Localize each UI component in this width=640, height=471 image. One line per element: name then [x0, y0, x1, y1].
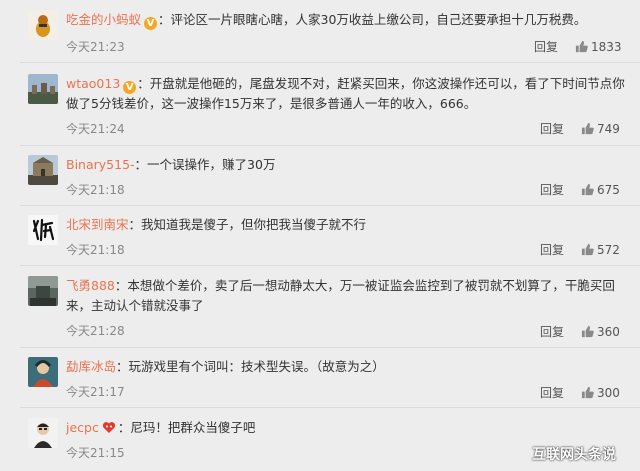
watermark: 互联网头条说 — [532, 447, 616, 463]
comment-body: ：一个误操作，赚了30万 — [134, 157, 276, 172]
username-link[interactable]: 飞勇888 — [66, 278, 115, 293]
vip-badge-icon: V — [123, 81, 137, 94]
comment-text: 吃金的小蚂蚁 V ：评论区一片眼瞎心瞎，人家30万收益上缴公司，自己还要承担十几万税… — [66, 10, 632, 30]
comment-text: wtao013 V ：开盘就是他砸的，尾盘发现不对，赶紧买回来，你这波操作还可以，看… — [66, 74, 632, 114]
avatar[interactable] — [28, 155, 58, 185]
reply-button[interactable]: 回复 — [540, 385, 564, 401]
like-count: 675 — [597, 183, 620, 197]
comment-text: jecpc ：尼玛！把群众当傻子吧 — [66, 418, 632, 440]
thumbs-up-icon — [575, 40, 588, 53]
comment-time: 今天21:18 — [66, 183, 125, 197]
comment-text: Binary515-：一个误操作，赚了30万 — [66, 155, 632, 175]
like-button[interactable]: 675 — [581, 182, 620, 198]
like-button[interactable]: 1833 — [575, 39, 622, 55]
thumbs-up-icon — [581, 122, 594, 135]
avatar[interactable] — [28, 10, 58, 40]
reply-button[interactable]: 回复 — [540, 324, 564, 340]
comment-body: ：开盘就是他砸的，尾盘发现不对，赶紧买回来，你这波操作还可以，看了下时间节点你做… — [66, 76, 625, 111]
comment-time: 今天21:24 — [66, 122, 125, 136]
divider — [20, 62, 640, 63]
username-link[interactable]: 北宋到南宋 — [66, 217, 129, 232]
comment-time: 今天21:28 — [66, 324, 125, 338]
comment-text: 飞勇888：本想做个差价，卖了后一想动静太大，万一被证监会监控到了被罚就不划算了… — [66, 276, 632, 316]
username-link[interactable]: wtao013 — [66, 76, 120, 91]
like-count: 1833 — [591, 40, 622, 54]
username-link[interactable]: 勐库冰岛 — [66, 359, 116, 374]
heart-badge-icon — [102, 420, 116, 440]
like-count: 360 — [597, 325, 620, 339]
divider — [20, 265, 640, 266]
avatar[interactable] — [28, 418, 58, 448]
comment-time: 今天21:23 — [66, 40, 125, 54]
thumbs-up-icon — [581, 243, 594, 256]
comment-time: 今天21:17 — [66, 385, 125, 399]
like-button[interactable]: 300 — [581, 385, 620, 401]
like-button[interactable]: 360 — [581, 324, 620, 340]
comment-body: ：我知道我是傻子，但你把我当傻子就不行 — [128, 217, 367, 232]
username-link[interactable]: 吃金的小蚂蚁 — [66, 12, 141, 27]
comment-body: ：评论区一片眼瞎心瞎，人家30万收益上缴公司，自己还要承担十几万税费。 — [158, 12, 587, 27]
thumbs-up-icon — [581, 386, 594, 399]
reply-button[interactable]: 回复 — [534, 39, 558, 55]
avatar[interactable] — [28, 74, 58, 104]
like-button[interactable]: 572 — [581, 242, 620, 258]
comment-body: ：玩游戏里有个词叫：技术型失误。（故意为之） — [116, 359, 385, 374]
avatar[interactable] — [28, 215, 58, 245]
comment-body: ：尼玛！把群众当傻子吧 — [117, 420, 256, 435]
divider — [20, 347, 640, 348]
comment-time: 今天21:18 — [66, 243, 125, 257]
divider — [20, 407, 640, 408]
divider — [20, 145, 640, 146]
avatar[interactable] — [28, 276, 58, 306]
comment-text: 勐库冰岛：玩游戏里有个词叫：技术型失误。（故意为之） — [66, 357, 632, 377]
like-count: 749 — [597, 122, 620, 136]
reply-button[interactable]: 回复 — [540, 242, 564, 258]
like-count: 300 — [597, 386, 620, 400]
username-link[interactable]: jecpc — [66, 420, 99, 435]
thumbs-up-icon — [581, 325, 594, 338]
like-button[interactable]: 749 — [581, 121, 620, 137]
comment-time: 今天21:15 — [66, 446, 125, 460]
like-count: 572 — [597, 243, 620, 257]
vip-badge-icon: V — [144, 17, 158, 30]
divider — [20, 205, 640, 206]
comment-text: 北宋到南宋：我知道我是傻子，但你把我当傻子就不行 — [66, 215, 632, 235]
thumbs-up-icon — [581, 183, 594, 196]
reply-button[interactable]: 回复 — [540, 121, 564, 137]
comment-body: ：本想做个差价，卖了后一想动静太大，万一被证监会监控到了被罚就不划算了，干脆买回… — [66, 278, 615, 313]
avatar[interactable] — [28, 357, 58, 387]
username-link[interactable]: Binary515- — [66, 157, 135, 172]
reply-button[interactable]: 回复 — [540, 182, 564, 198]
